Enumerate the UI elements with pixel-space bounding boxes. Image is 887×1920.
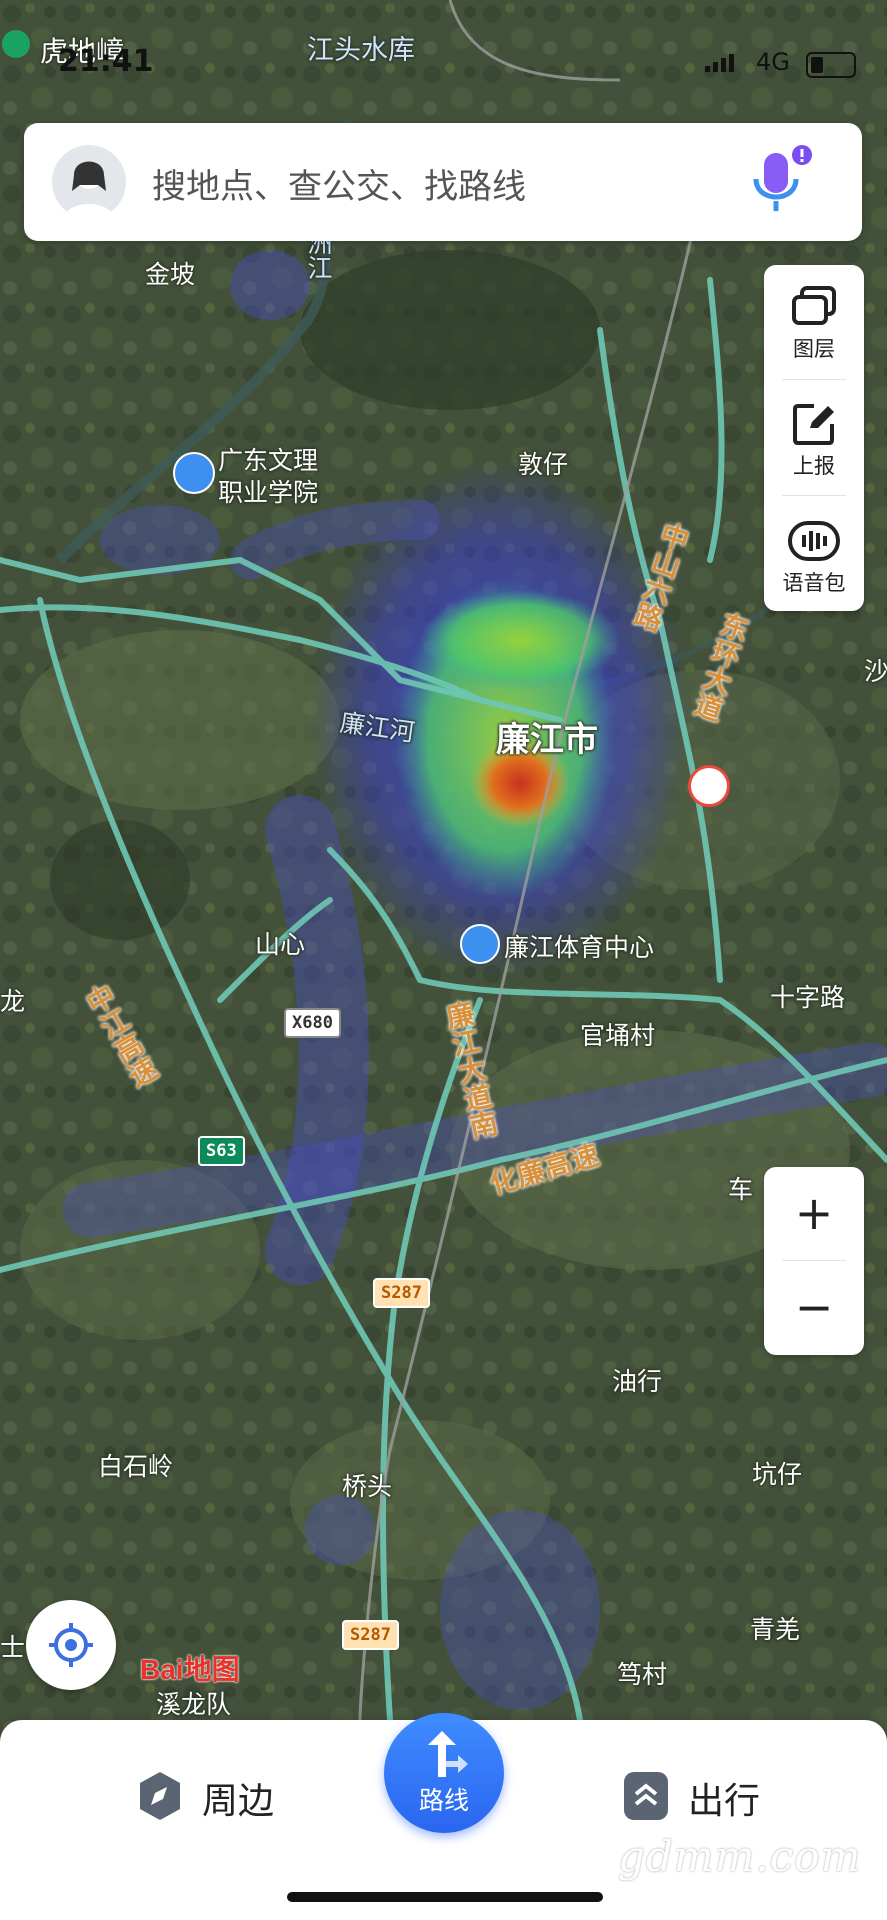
route-arrow-icon	[428, 1731, 468, 1777]
road-shield: S287	[342, 1620, 399, 1650]
place-label: 白石岭	[98, 1452, 174, 1481]
place-label: 十字路	[770, 983, 846, 1012]
report-label: 上报	[793, 454, 835, 478]
place-label: 金坡	[145, 260, 196, 289]
place-label: 山心	[255, 930, 306, 959]
layers-button[interactable]: 图层	[764, 265, 864, 375]
place-label: 溪龙队	[156, 1690, 232, 1719]
place-label: 油行	[612, 1367, 663, 1396]
search-input[interactable]: 搜地点、查公交、找路线	[152, 159, 526, 208]
place-label: 官埇村	[580, 1021, 656, 1050]
nearby-label: 周边	[202, 1781, 275, 1822]
place-label: 桥头	[342, 1472, 393, 1501]
place-label: 车	[728, 1175, 754, 1204]
search-bar[interactable]: 搜地点、查公交、找路线	[24, 123, 862, 241]
route-label: 路线	[418, 1786, 469, 1815]
place-label: 坑仔	[752, 1460, 803, 1489]
avatar[interactable]	[52, 145, 126, 219]
network-label: 4G	[756, 48, 790, 76]
road-shield: X680	[284, 1008, 341, 1038]
voice-search-icon[interactable]	[746, 143, 816, 223]
place-label: 青羌	[750, 1615, 801, 1644]
report-button[interactable]: 上报	[764, 382, 864, 492]
locate-me-button[interactable]	[26, 1600, 116, 1690]
nearby-button[interactable]: 周边	[136, 1762, 316, 1832]
travel-button[interactable]: 出行	[622, 1762, 802, 1832]
zoom-control: + −	[764, 1167, 864, 1355]
voice-pack-button[interactable]: 语音包	[764, 499, 864, 609]
stadium-icon[interactable]	[460, 924, 500, 964]
school-icon[interactable]	[173, 452, 215, 494]
road-shield: S63	[198, 1136, 245, 1166]
poi-label[interactable]: 廉江体育中心	[504, 928, 654, 964]
route-button[interactable]: 路线	[384, 1713, 504, 1833]
travel-label: 出行	[688, 1781, 761, 1822]
layers-icon	[792, 286, 836, 325]
layers-label: 图层	[793, 337, 835, 361]
chevrons-up-icon	[624, 1772, 668, 1820]
report-edit-icon	[793, 404, 834, 445]
zoom-out-button[interactable]: −	[764, 1261, 864, 1354]
road-shield: S287	[373, 1278, 430, 1308]
city-label: 廉江市	[496, 720, 598, 760]
signal-icon	[705, 54, 735, 72]
place-label: 龙	[0, 987, 26, 1016]
report-pin-icon[interactable]	[688, 765, 730, 807]
map-tools-panel: 图层 上报 语音包	[764, 265, 864, 611]
map-logo-text: Bai地图	[140, 1654, 240, 1685]
voice-pack-icon	[788, 521, 840, 561]
poi-label[interactable]: 广东文理 职业学院	[218, 445, 318, 509]
status-bar: 21:41 4G	[0, 40, 887, 80]
map-logo: Bai地图	[140, 1648, 240, 1688]
place-label: 笃村	[617, 1660, 668, 1689]
home-indicator[interactable]	[287, 1892, 603, 1902]
compass-icon	[140, 1772, 180, 1820]
place-label: 敦仔	[518, 450, 569, 479]
zoom-in-button[interactable]: +	[764, 1167, 864, 1260]
watermark: gdmm.com	[618, 1832, 862, 1881]
divider	[782, 379, 846, 380]
locate-icon	[49, 1623, 93, 1667]
voice-pack-label: 语音包	[782, 571, 846, 595]
place-label: 沙	[864, 657, 887, 686]
battery-icon	[806, 52, 856, 78]
divider	[782, 495, 846, 496]
status-time: 21:41	[58, 44, 154, 79]
place-label: 士	[0, 1633, 26, 1662]
